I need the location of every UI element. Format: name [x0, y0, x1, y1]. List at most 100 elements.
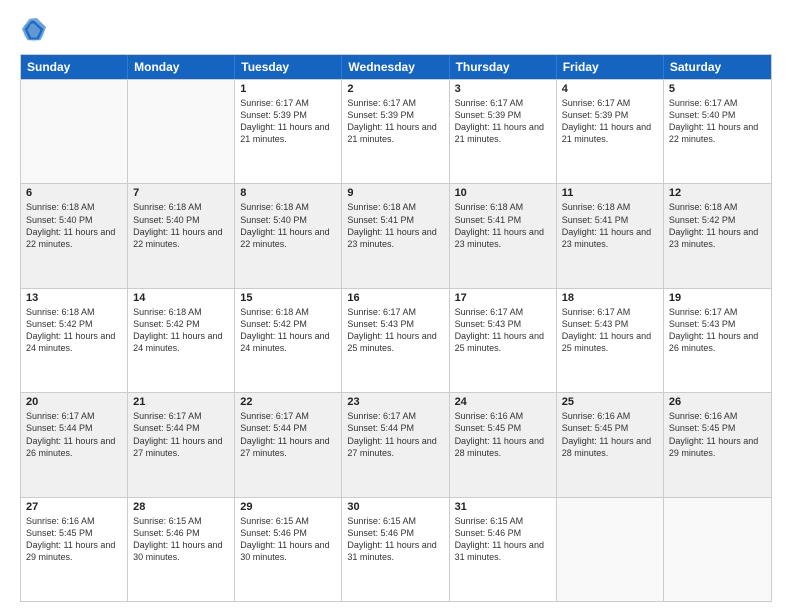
empty-cell	[21, 80, 128, 183]
cell-info: Sunrise: 6:17 AM Sunset: 5:44 PM Dayligh…	[347, 410, 443, 459]
day-number: 14	[133, 292, 229, 304]
cell-info: Sunrise: 6:16 AM Sunset: 5:45 PM Dayligh…	[26, 515, 122, 564]
cell-info: Sunrise: 6:15 AM Sunset: 5:46 PM Dayligh…	[347, 515, 443, 564]
cell-info: Sunrise: 6:17 AM Sunset: 5:43 PM Dayligh…	[562, 306, 658, 355]
day-cell-31: 31 Sunrise: 6:15 AM Sunset: 5:46 PM Dayli…	[450, 498, 557, 601]
logo	[20, 16, 52, 44]
cell-info: Sunrise: 6:17 AM Sunset: 5:44 PM Dayligh…	[133, 410, 229, 459]
day-cell-21: 21 Sunrise: 6:17 AM Sunset: 5:44 PM Dayli…	[128, 393, 235, 496]
day-number: 25	[562, 396, 658, 408]
cell-info: Sunrise: 6:18 AM Sunset: 5:41 PM Dayligh…	[455, 201, 551, 250]
cell-info: Sunrise: 6:15 AM Sunset: 5:46 PM Dayligh…	[455, 515, 551, 564]
calendar-row-5: 27 Sunrise: 6:16 AM Sunset: 5:45 PM Dayli…	[21, 497, 771, 601]
day-number: 22	[240, 396, 336, 408]
cell-info: Sunrise: 6:18 AM Sunset: 5:40 PM Dayligh…	[240, 201, 336, 250]
day-number: 19	[669, 292, 766, 304]
cell-info: Sunrise: 6:17 AM Sunset: 5:39 PM Dayligh…	[240, 97, 336, 146]
day-cell-3: 3Sunrise: 6:17 AM Sunset: 5:39 PM Daylig…	[450, 80, 557, 183]
day-of-week-thursday: Thursday	[450, 55, 557, 79]
day-number: 4	[562, 83, 658, 95]
day-number: 31	[455, 501, 551, 513]
day-number: 11	[562, 187, 658, 199]
day-cell-15: 15 Sunrise: 6:18 AM Sunset: 5:42 PM Dayli…	[235, 289, 342, 392]
day-of-week-wednesday: Wednesday	[342, 55, 449, 79]
day-cell-8: 8 Sunrise: 6:18 AM Sunset: 5:40 PM Daylig…	[235, 184, 342, 287]
cell-info: Sunrise: 6:18 AM Sunset: 5:42 PM Dayligh…	[669, 201, 766, 250]
cell-info: Sunrise: 6:16 AM Sunset: 5:45 PM Dayligh…	[562, 410, 658, 459]
day-number: 23	[347, 396, 443, 408]
day-cell-4: 4 Sunrise: 6:17 AM Sunset: 5:39 PM Daylig…	[557, 80, 664, 183]
day-number: 15	[240, 292, 336, 304]
day-of-week-saturday: Saturday	[664, 55, 771, 79]
day-number: 6	[26, 187, 122, 199]
header	[20, 16, 772, 44]
day-number: 2	[347, 83, 443, 95]
day-number: 17	[455, 292, 551, 304]
cell-info: Sunrise: 6:18 AM Sunset: 5:42 PM Dayligh…	[240, 306, 336, 355]
day-number: 24	[455, 396, 551, 408]
day-cell-22: 22 Sunrise: 6:17 AM Sunset: 5:44 PM Dayli…	[235, 393, 342, 496]
cell-info: Sunrise: 6:18 AM Sunset: 5:40 PM Dayligh…	[133, 201, 229, 250]
day-cell-18: 18 Sunrise: 6:17 AM Sunset: 5:43 PM Dayli…	[557, 289, 664, 392]
cell-info: Sunrise: 6:17 AM Sunset: 5:39 PM Dayligh…	[562, 97, 658, 146]
empty-cell	[557, 498, 664, 601]
day-number: 20	[26, 396, 122, 408]
day-number: 12	[669, 187, 766, 199]
day-cell-27: 27 Sunrise: 6:16 AM Sunset: 5:45 PM Dayli…	[21, 498, 128, 601]
day-number: 18	[562, 292, 658, 304]
day-cell-2: 2 Sunrise: 6:17 AM Sunset: 5:39 PM Daylig…	[342, 80, 449, 183]
day-cell-17: 17 Sunrise: 6:17 AM Sunset: 5:43 PM Dayli…	[450, 289, 557, 392]
day-number: 13	[26, 292, 122, 304]
day-of-week-tuesday: Tuesday	[235, 55, 342, 79]
day-cell-29: 29Sunrise: 6:15 AM Sunset: 5:46 PM Dayli…	[235, 498, 342, 601]
cell-info: Sunrise: 6:17 AM Sunset: 5:43 PM Dayligh…	[455, 306, 551, 355]
day-cell-24: 24 Sunrise: 6:16 AM Sunset: 5:45 PM Dayli…	[450, 393, 557, 496]
calendar-row-2: 6 Sunrise: 6:18 AM Sunset: 5:40 PM Daylig…	[21, 183, 771, 287]
calendar-row-4: 20 Sunrise: 6:17 AM Sunset: 5:44 PM Dayli…	[21, 392, 771, 496]
calendar-header: SundayMondayTuesdayWednesdayThursdayFrid…	[21, 55, 771, 79]
day-of-week-sunday: Sunday	[21, 55, 128, 79]
day-cell-5: 5 Sunrise: 6:17 AM Sunset: 5:40 PM Daylig…	[664, 80, 771, 183]
day-number: 16	[347, 292, 443, 304]
cell-info: Sunrise: 6:17 AM Sunset: 5:44 PM Dayligh…	[240, 410, 336, 459]
day-cell-16: 16 Sunrise: 6:17 AM Sunset: 5:43 PM Dayli…	[342, 289, 449, 392]
day-cell-9: 9Sunrise: 6:18 AM Sunset: 5:41 PM Daylig…	[342, 184, 449, 287]
calendar-body: 1 Sunrise: 6:17 AM Sunset: 5:39 PM Daylig…	[21, 79, 771, 601]
calendar: SundayMondayTuesdayWednesdayThursdayFrid…	[20, 54, 772, 602]
cell-info: Sunrise: 6:18 AM Sunset: 5:42 PM Dayligh…	[133, 306, 229, 355]
day-number: 9	[347, 187, 443, 199]
cell-info: Sunrise: 6:18 AM Sunset: 5:41 PM Dayligh…	[562, 201, 658, 250]
day-number: 26	[669, 396, 766, 408]
day-number: 30	[347, 501, 443, 513]
day-cell-26: 26 Sunrise: 6:16 AM Sunset: 5:45 PM Dayli…	[664, 393, 771, 496]
day-number: 3	[455, 83, 551, 95]
day-cell-7: 7 Sunrise: 6:18 AM Sunset: 5:40 PM Daylig…	[128, 184, 235, 287]
day-cell-30: 30 Sunrise: 6:15 AM Sunset: 5:46 PM Dayli…	[342, 498, 449, 601]
cell-info: Sunrise: 6:18 AM Sunset: 5:40 PM Dayligh…	[26, 201, 122, 250]
day-number: 10	[455, 187, 551, 199]
day-number: 8	[240, 187, 336, 199]
day-number: 21	[133, 396, 229, 408]
cell-info: Sunrise: 6:17 AM Sunset: 5:40 PM Dayligh…	[669, 97, 766, 146]
day-cell-11: 11 Sunrise: 6:18 AM Sunset: 5:41 PM Dayli…	[557, 184, 664, 287]
day-of-week-friday: Friday	[557, 55, 664, 79]
day-of-week-monday: Monday	[128, 55, 235, 79]
day-cell-1: 1 Sunrise: 6:17 AM Sunset: 5:39 PM Daylig…	[235, 80, 342, 183]
page: SundayMondayTuesdayWednesdayThursdayFrid…	[0, 0, 792, 612]
cell-info: Sunrise: 6:17 AM Sunset: 5:43 PM Dayligh…	[347, 306, 443, 355]
day-cell-14: 14 Sunrise: 6:18 AM Sunset: 5:42 PM Dayli…	[128, 289, 235, 392]
logo-icon	[20, 16, 48, 44]
day-number: 1	[240, 83, 336, 95]
cell-info: Sunrise: 6:16 AM Sunset: 5:45 PM Dayligh…	[669, 410, 766, 459]
day-number: 7	[133, 187, 229, 199]
day-cell-20: 20Sunrise: 6:17 AM Sunset: 5:44 PM Dayli…	[21, 393, 128, 496]
day-cell-19: 19 Sunrise: 6:17 AM Sunset: 5:43 PM Dayli…	[664, 289, 771, 392]
calendar-row-1: 1 Sunrise: 6:17 AM Sunset: 5:39 PM Daylig…	[21, 79, 771, 183]
day-number: 5	[669, 83, 766, 95]
cell-info: Sunrise: 6:16 AM Sunset: 5:45 PM Dayligh…	[455, 410, 551, 459]
cell-info: Sunrise: 6:17 AM Sunset: 5:39 PM Dayligh…	[347, 97, 443, 146]
day-number: 28	[133, 501, 229, 513]
cell-info: Sunrise: 6:17 AM Sunset: 5:43 PM Dayligh…	[669, 306, 766, 355]
day-number: 27	[26, 501, 122, 513]
day-cell-23: 23 Sunrise: 6:17 AM Sunset: 5:44 PM Dayli…	[342, 393, 449, 496]
